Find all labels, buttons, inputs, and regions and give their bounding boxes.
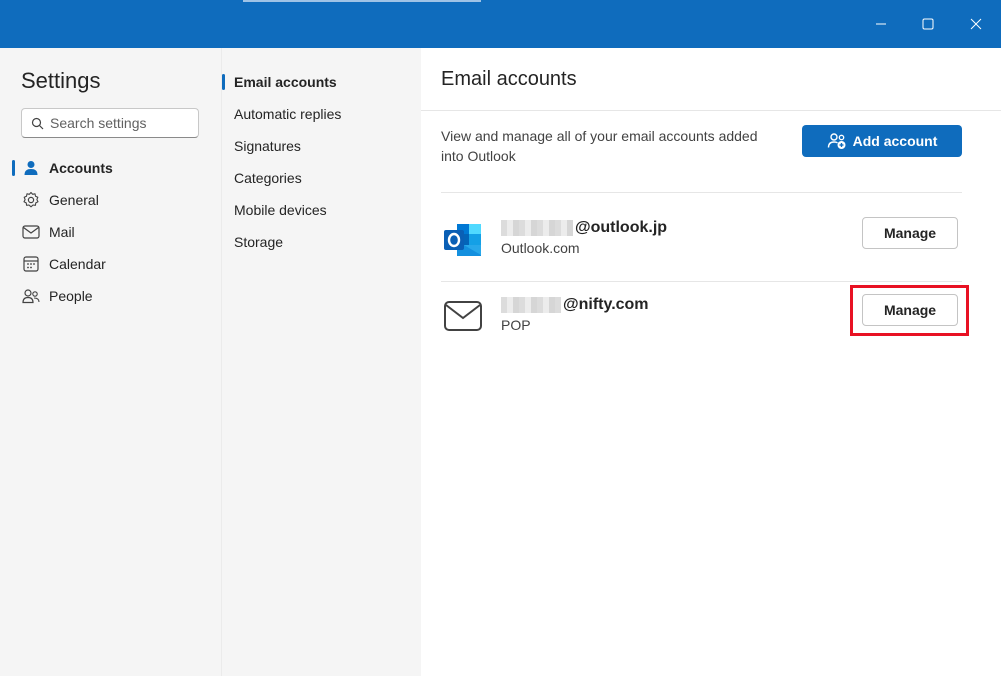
nav-item-mail[interactable]: Mail	[12, 218, 212, 246]
account-type: POP	[501, 317, 531, 333]
subnav-item-categories[interactable]: Categories	[222, 164, 421, 192]
subnav-item-mobile-devices[interactable]: Mobile devices	[222, 196, 421, 224]
subnav-item-label: Email accounts	[234, 74, 337, 90]
add-account-button[interactable]: Add account	[802, 125, 962, 157]
add-account-label: Add account	[852, 133, 938, 149]
manage-button[interactable]: Manage	[862, 217, 958, 249]
outlook-logo-icon	[443, 221, 483, 264]
search-box[interactable]	[21, 108, 199, 138]
settings-window: Settings Accounts General Mail	[0, 0, 1001, 676]
nav-item-label: Calendar	[49, 256, 106, 272]
redacted-username	[501, 297, 561, 313]
nav-item-label: Mail	[49, 224, 75, 240]
person-icon	[21, 158, 41, 178]
maximize-icon	[922, 18, 934, 30]
header-divider	[421, 110, 1001, 111]
envelope-icon	[443, 300, 483, 339]
subnav-item-label: Signatures	[234, 138, 301, 154]
accounts-subnav: Email accounts Automatic replies Signatu…	[221, 48, 421, 676]
subnav-item-storage[interactable]: Storage	[222, 228, 421, 256]
account-row: @outlook.jp Outlook.com Manage	[441, 193, 962, 269]
minimize-button[interactable]	[858, 0, 904, 48]
page-description: View and manage all of your email accoun…	[441, 128, 758, 164]
search-input[interactable]	[50, 113, 190, 133]
nav-item-label: General	[49, 192, 99, 208]
subnav-item-label: Storage	[234, 234, 284, 250]
manage-button[interactable]: Manage	[862, 294, 958, 326]
settings-nav: Settings Accounts General Mail	[0, 48, 221, 676]
subnav-item-email-accounts[interactable]: Email accounts	[222, 68, 421, 96]
add-person-icon	[827, 132, 847, 150]
calendar-icon	[21, 254, 41, 274]
account-email: @outlook.jp	[501, 219, 667, 237]
nav-item-calendar[interactable]: Calendar	[12, 250, 212, 278]
subnav-item-signatures[interactable]: Signatures	[222, 132, 421, 160]
nav-item-people[interactable]: People	[12, 282, 212, 310]
email-accounts-pane: Email accounts View and manage all of yo…	[421, 48, 1001, 676]
close-button[interactable]	[953, 0, 999, 48]
account-type: Outlook.com	[501, 240, 580, 256]
people-icon	[21, 286, 41, 306]
manage-label: Manage	[883, 225, 937, 241]
mail-icon	[21, 222, 41, 242]
title-bar	[0, 0, 1001, 48]
gear-icon	[21, 190, 41, 210]
account-email-domain: @outlook.jp	[575, 219, 668, 236]
account-email-domain: @nifty.com	[563, 296, 649, 313]
title-bar-accent	[243, 0, 481, 2]
nav-item-accounts[interactable]: Accounts	[12, 154, 212, 182]
selection-indicator	[222, 74, 225, 90]
subnav-item-label: Automatic replies	[234, 106, 342, 122]
subnav-item-automatic-replies[interactable]: Automatic replies	[222, 100, 421, 128]
subnav-item-label: Categories	[234, 170, 302, 186]
redacted-username	[501, 220, 573, 236]
close-icon	[970, 18, 982, 30]
maximize-button[interactable]	[905, 0, 951, 48]
nav-item-label: Accounts	[49, 160, 113, 176]
search-icon	[31, 117, 44, 135]
account-email: @nifty.com	[501, 296, 649, 314]
minimize-icon	[876, 23, 886, 25]
settings-title: Settings	[21, 68, 101, 93]
subnav-item-label: Mobile devices	[234, 202, 327, 218]
account-row: @nifty.com POP Manage	[441, 270, 962, 346]
page-title: Email accounts	[441, 68, 577, 90]
nav-item-label: People	[49, 288, 93, 304]
manage-label: Manage	[883, 302, 937, 318]
selection-indicator	[12, 160, 15, 176]
nav-item-general[interactable]: General	[12, 186, 212, 214]
